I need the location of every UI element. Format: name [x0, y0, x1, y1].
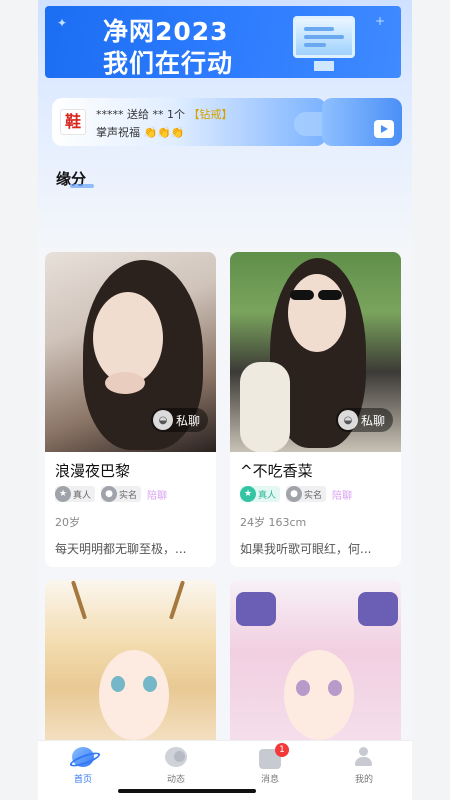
tv-play-icon — [374, 120, 394, 138]
live-tv-button[interactable] — [322, 98, 402, 146]
banner-subtitle: 我们在行动 — [103, 49, 234, 78]
user-card[interactable]: ◒ 私聊 浪漫夜巴黎 ★ 真人 ● 实名 陪聊 20岁 每天明明都无聊至极，... — [45, 252, 216, 567]
user-card[interactable] — [45, 580, 216, 760]
verified-badge: ● 实名 — [286, 486, 327, 502]
user-photo — [284, 650, 354, 740]
banner-title: 净网2023 — [103, 17, 229, 46]
user-bio: 如果我听歌可眼红，何... — [240, 542, 372, 556]
star-icon: ★ — [55, 486, 71, 502]
unread-badge: 1 — [275, 743, 289, 757]
message-icon: 1 — [259, 743, 289, 769]
user-info: 20岁 — [55, 516, 80, 529]
user-card[interactable] — [230, 580, 401, 760]
tab-home[interactable]: 首页 — [53, 747, 113, 785]
home-indicator — [118, 789, 256, 793]
monitor-icon — [293, 16, 355, 71]
badge-row: ★ 真人 ● 实名 陪聊 — [240, 486, 352, 502]
sparkle-icon: + — [375, 14, 386, 28]
tab-profile[interactable]: 我的 — [334, 747, 394, 785]
badge-row: ★ 真人 ● 实名 陪聊 — [55, 486, 167, 502]
gift-ticker-line2: 掌声祝福 👏👏👏 — [96, 126, 185, 139]
chat-avatar-icon: ◒ — [337, 410, 358, 430]
tab-feed[interactable]: 动态 — [146, 747, 206, 785]
gift-ticker-line1: ***** 送给 ** 1个 【钻戒】 — [96, 108, 233, 121]
user-info: 24岁 163cm — [240, 516, 307, 529]
user-bio: 每天明明都无聊至极，... — [55, 542, 187, 556]
tab-messages[interactable]: 1 消息 — [240, 743, 300, 785]
bow-decoration — [236, 592, 276, 626]
app-screen: ✦ + 净网2023 我们在行动 鞋 ***** 送给 ** 1个 【钻戒】 掌… — [38, 0, 412, 800]
chat-tag: 陪聊 — [332, 490, 353, 502]
private-chat-button[interactable]: ◒ 私聊 — [150, 408, 208, 432]
user-name: 浪漫夜巴黎 — [55, 462, 131, 480]
id-icon: ● — [101, 486, 118, 502]
antler-decoration — [70, 580, 88, 620]
profile-icon — [353, 747, 375, 767]
gift-sender-avatar: 鞋 — [60, 109, 86, 135]
campaign-banner[interactable]: ✦ + 净网2023 我们在行动 — [45, 6, 401, 78]
id-icon: ● — [286, 486, 303, 502]
antler-decoration — [168, 580, 186, 620]
user-photo — [99, 650, 169, 740]
private-chat-button[interactable]: ◒ 私聊 — [335, 408, 393, 432]
chat-tag: 陪聊 — [147, 490, 168, 502]
real-person-badge: ★ 真人 — [55, 486, 96, 502]
chat-avatar-icon: ◒ — [152, 410, 173, 430]
home-planet-icon — [72, 747, 94, 767]
user-name: ^不吃香菜 — [240, 462, 313, 480]
real-person-badge: ★ 真人 — [240, 486, 281, 502]
section-title: 缘分 — [56, 170, 95, 188]
verified-badge: ● 实名 — [101, 486, 142, 502]
gift-ticker[interactable]: 鞋 ***** 送给 ** 1个 【钻戒】 掌声祝福 👏👏👏 — [52, 98, 336, 146]
sparkle-icon: ✦ — [57, 16, 68, 30]
user-card[interactable]: ◒ 私聊 ^不吃香菜 ★ 真人 ● 实名 陪聊 24岁 163cm 如果我听歌可眼红… — [230, 252, 401, 567]
bow-decoration — [358, 592, 398, 626]
star-icon: ★ — [240, 486, 256, 502]
gift-item-name: 【钻戒】 — [188, 108, 233, 121]
feed-icon — [165, 747, 187, 767]
